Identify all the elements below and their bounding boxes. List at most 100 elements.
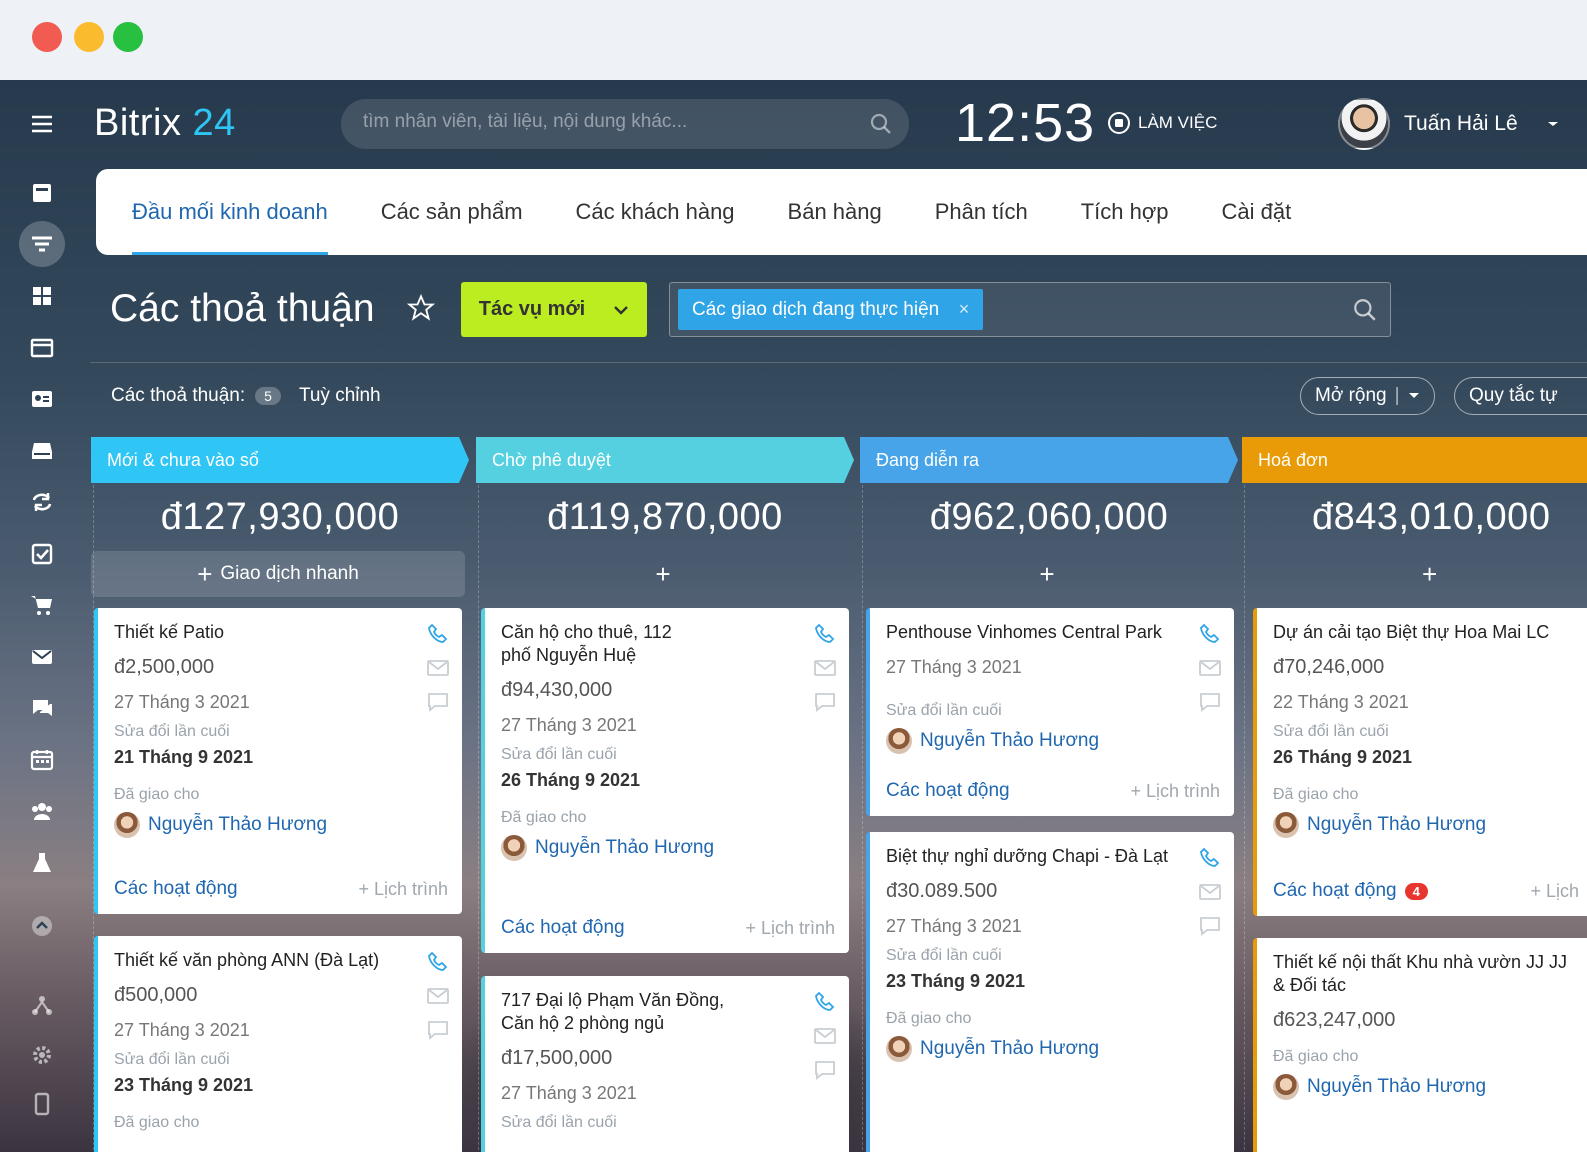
assignee[interactable]: Nguyễn Thảo Hương (114, 812, 448, 838)
activities-link[interactable]: Các hoạt động (114, 878, 238, 900)
drive-icon[interactable] (21, 430, 63, 472)
deal-card[interactable]: Penthouse Vinhomes Central Park 27 Tháng… (866, 608, 1234, 816)
search-icon[interactable] (1352, 297, 1378, 323)
filter-input[interactable]: Các giao dịch đang thực hiện × (669, 282, 1391, 337)
add-deal-button[interactable]: + (1242, 551, 1587, 597)
add-deal-button[interactable]: + (860, 551, 1234, 597)
assignee[interactable]: Nguyễn Thảo Hương (501, 835, 835, 861)
column-header[interactable]: Đang diễn ra (860, 437, 1238, 483)
close-icon[interactable]: × (959, 299, 970, 320)
tab-customers[interactable]: Các khách hàng (576, 169, 735, 255)
clock[interactable]: 12:53 (955, 92, 1095, 154)
deal-name[interactable]: Penthouse Vinhomes Central Park (886, 621, 1206, 644)
new-task-button[interactable]: Tác vụ mới (461, 282, 647, 337)
deal-card[interactable]: Thiết kế văn phòng ANN (Đà Lạt) đ500,000… (94, 936, 462, 1152)
star-icon[interactable] (407, 294, 435, 322)
menu-icon[interactable] (21, 103, 63, 145)
phone-icon[interactable] (426, 622, 450, 646)
activities-link[interactable]: Các hoạt động (501, 917, 625, 939)
mail-icon[interactable] (21, 636, 63, 678)
schedule-link[interactable]: + Lịch (1530, 881, 1579, 902)
mail-icon[interactable] (813, 1024, 837, 1048)
mail-icon[interactable] (1198, 656, 1222, 680)
tasks-icon[interactable] (21, 533, 63, 575)
apps-icon[interactable] (21, 275, 63, 317)
deal-name[interactable]: Thiết kế Patio (114, 621, 404, 644)
comment-icon[interactable] (1198, 914, 1222, 938)
schedule-link[interactable]: + Lịch trình (1130, 781, 1220, 802)
sites-icon[interactable] (21, 985, 63, 1027)
lab-icon[interactable] (21, 842, 63, 884)
mail-icon[interactable] (426, 984, 450, 1008)
chat-icon[interactable] (21, 687, 63, 729)
work-status-button[interactable]: LÀM VIỆC (1108, 112, 1217, 134)
phone-icon[interactable] (1198, 622, 1222, 646)
deal-card[interactable]: Thiết kế nội thất Khu nhà vườn JJ JJ & Đ… (1253, 938, 1587, 1152)
deal-card[interactable]: Dự án cải tạo Biệt thự Hoa Mai LC đ70,24… (1253, 608, 1587, 916)
phone-icon[interactable] (813, 622, 837, 646)
phone-icon[interactable] (426, 950, 450, 974)
rules-button[interactable]: Quy tắc tự (1454, 377, 1587, 415)
global-search-input[interactable]: tìm nhân viên, tài liệu, nội dung khác..… (341, 99, 909, 149)
deal-name[interactable]: 717 Đại lộ Phạm Văn Đồng, Căn hộ 2 phòng… (501, 989, 761, 1035)
mail-icon[interactable] (426, 656, 450, 680)
maximize-window-button[interactable] (113, 22, 143, 52)
minimize-window-button[interactable] (74, 22, 104, 52)
assignee-name[interactable]: Nguyễn Thảo Hương (1307, 814, 1486, 836)
activities-link[interactable]: Các hoạt động 4 (1273, 880, 1428, 902)
tab-analytics[interactable]: Phân tích (935, 169, 1028, 255)
comment-icon[interactable] (813, 690, 837, 714)
assignee-name[interactable]: Nguyễn Thảo Hương (1307, 1076, 1486, 1098)
deal-card[interactable]: Căn hộ cho thuê, 112 phố Nguyễn Huệ đ94,… (481, 608, 849, 953)
deal-name[interactable]: Căn hộ cho thuê, 112 phố Nguyễn Huệ (501, 621, 701, 667)
brand-logo[interactable]: Bitrix 24 (94, 102, 236, 145)
expand-button[interactable]: Mở rộng | (1300, 377, 1435, 415)
deal-name[interactable]: Dự án cải tạo Biệt thự Hoa Mai LC (1273, 621, 1587, 644)
deal-name[interactable]: Thiết kế nội thất Khu nhà vườn JJ JJ & Đ… (1273, 951, 1583, 997)
mobile-icon[interactable] (21, 1083, 63, 1125)
mail-icon[interactable] (813, 656, 837, 680)
settings-icon[interactable] (21, 1034, 63, 1076)
assignee[interactable]: Nguyễn Thảo Hương (1273, 812, 1579, 838)
tab-products[interactable]: Các sản phẩm (381, 169, 523, 255)
assignee[interactable]: Nguyễn Thảo Hương (886, 1036, 1220, 1062)
user-menu[interactable]: Tuấn Hải Lê (1338, 98, 1560, 150)
news-icon[interactable] (21, 172, 63, 214)
deal-card[interactable]: 717 Đại lộ Phạm Văn Đồng, Căn hộ 2 phòng… (481, 976, 849, 1152)
tab-leads[interactable]: Đầu mối kinh doanh (132, 169, 328, 255)
schedule-link[interactable]: + Lịch trình (745, 918, 835, 939)
comment-icon[interactable] (813, 1058, 837, 1082)
avatar[interactable] (1338, 98, 1390, 150)
column-header[interactable]: Hoá đơn (1242, 437, 1587, 483)
crm-icon[interactable] (19, 221, 65, 267)
phone-icon[interactable] (813, 990, 837, 1014)
mail-icon[interactable] (1198, 880, 1222, 904)
assignee-name[interactable]: Nguyễn Thảo Hương (920, 1038, 1099, 1060)
assignee-name[interactable]: Nguyễn Thảo Hương (535, 837, 714, 859)
deal-card[interactable]: Biệt thự nghỉ dưỡng Chapi - Đà Lạt đ30.0… (866, 832, 1234, 1152)
tab-sales[interactable]: Bán hàng (788, 169, 882, 255)
search-icon[interactable] (869, 112, 893, 136)
filter-chip[interactable]: Các giao dịch đang thực hiện × (678, 289, 984, 330)
assignee[interactable]: Nguyễn Thảo Hương (886, 728, 1220, 754)
contact-card-icon[interactable] (21, 378, 63, 420)
comment-icon[interactable] (1198, 690, 1222, 714)
tab-integrations[interactable]: Tích hợp (1081, 169, 1169, 255)
calendar-window-icon[interactable] (21, 327, 63, 369)
column-header[interactable]: Chờ phê duyệt (476, 437, 854, 483)
sync-icon[interactable] (21, 481, 63, 523)
schedule-link[interactable]: + Lịch trình (358, 879, 448, 900)
assignee-name[interactable]: Nguyễn Thảo Hương (920, 730, 1099, 752)
comment-icon[interactable] (426, 690, 450, 714)
deal-name[interactable]: Biệt thự nghỉ dưỡng Chapi - Đà Lạt (886, 845, 1206, 868)
schedule-icon[interactable] (21, 739, 63, 781)
activities-link[interactable]: Các hoạt động (886, 780, 1010, 802)
shop-icon[interactable] (21, 584, 63, 626)
add-deal-button[interactable]: + (476, 551, 850, 597)
quick-deal-button[interactable]: + Giao dịch nhanh (91, 551, 465, 597)
groups-icon[interactable] (21, 790, 63, 832)
deal-card[interactable]: Thiết kế Patio đ2,500,000 27 Tháng 3 202… (94, 608, 462, 914)
up-icon[interactable] (21, 905, 63, 947)
customize-link[interactable]: Tuỳ chỉnh (299, 385, 381, 407)
assignee[interactable]: Nguyễn Thảo Hương (1273, 1074, 1579, 1100)
